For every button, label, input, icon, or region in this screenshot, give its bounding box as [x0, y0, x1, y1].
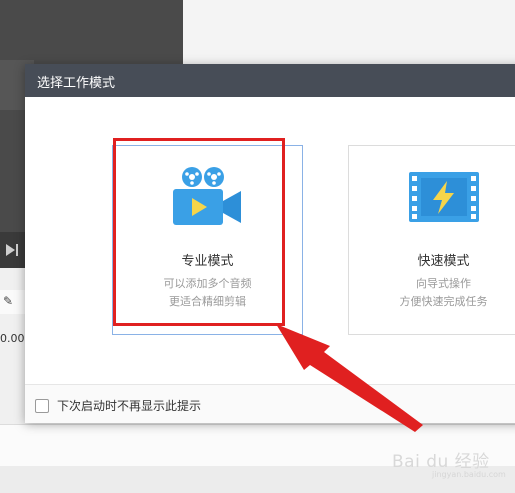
watermark-logo: Bai du 经验: [392, 452, 490, 472]
watermark-url: jingyan.baidu.com: [432, 470, 506, 479]
annotation-arrow: [276, 324, 423, 432]
